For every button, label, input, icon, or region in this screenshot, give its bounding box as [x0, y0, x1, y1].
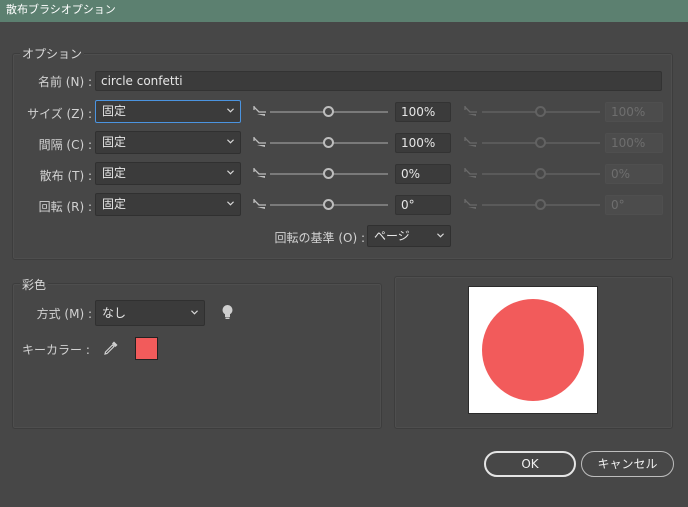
row-label: 回転 (R) : — [38, 200, 92, 214]
row-value-field[interactable]: 100% — [395, 102, 451, 122]
slider-min-icon — [464, 168, 477, 178]
slider-min-icon — [253, 137, 266, 147]
window-titlebar[interactable]: 散布ブラシオプション — [0, 0, 688, 22]
row-slider-thumb[interactable] — [323, 168, 334, 179]
cancel-button[interactable]: キャンセル — [581, 451, 674, 477]
row-slider-thumb[interactable] — [323, 137, 334, 148]
row-slider2-thumb — [535, 106, 546, 117]
colorization-group-title: 彩色 — [20, 276, 49, 293]
row-mode-select[interactable]: 固定 — [95, 131, 241, 154]
row-value2-field: 100% — [605, 102, 663, 122]
method-label: 方式 (M) : — [36, 307, 92, 321]
eyedropper-icon[interactable] — [103, 340, 119, 356]
row-label: サイズ (Z) : — [27, 107, 92, 121]
row-slider-thumb[interactable] — [323, 199, 334, 210]
row-mode-select[interactable]: 固定 — [95, 162, 241, 185]
row-mode-select[interactable]: 固定 — [95, 100, 241, 123]
slider-min-icon — [253, 199, 266, 209]
row-value2-field: 100% — [605, 133, 663, 153]
rotation-basis-select[interactable]: ページ — [367, 225, 451, 247]
chevron-down-icon — [437, 233, 444, 238]
row-mode-value: 固定 — [102, 135, 127, 149]
row-slider2-thumb — [535, 199, 546, 210]
preview-canvas — [468, 286, 598, 414]
slider-min-icon — [253, 168, 266, 178]
window-title: 散布ブラシオプション — [6, 3, 116, 16]
row-mode-value: 固定 — [102, 166, 127, 180]
chevron-down-icon — [191, 310, 198, 315]
method-value: なし — [102, 306, 127, 320]
chevron-down-icon — [227, 139, 234, 144]
ok-button[interactable]: OK — [484, 451, 576, 477]
lightbulb-icon[interactable] — [221, 304, 234, 321]
rotation-basis-value: ページ — [374, 229, 410, 243]
row-value-field[interactable]: 0% — [395, 164, 451, 184]
name-field[interactable]: circle confetti — [95, 71, 662, 91]
options-group-title: オプション — [20, 45, 85, 62]
key-color-swatch[interactable] — [135, 337, 158, 360]
name-label: 名前 (N) : — [37, 75, 92, 89]
chevron-down-icon — [227, 108, 234, 113]
row-slider-thumb[interactable] — [323, 106, 334, 117]
row-slider2-thumb — [535, 168, 546, 179]
slider-min-icon — [464, 199, 477, 209]
slider-min-icon — [464, 137, 477, 147]
row-slider2-thumb — [535, 137, 546, 148]
method-select[interactable]: なし — [95, 300, 205, 326]
preview-circle-shape — [482, 299, 584, 401]
row-value2-field: 0° — [605, 195, 663, 215]
key-color-label: キーカラー : — [22, 343, 90, 357]
slider-min-icon — [464, 106, 477, 116]
row-mode-select[interactable]: 固定 — [95, 193, 241, 216]
chevron-down-icon — [227, 201, 234, 206]
row-label: 間隔 (C) : — [38, 138, 92, 152]
chevron-down-icon — [227, 170, 234, 175]
row-label: 散布 (T) : — [39, 169, 92, 183]
row-mode-value: 固定 — [102, 197, 127, 211]
row-value-field[interactable]: 100% — [395, 133, 451, 153]
row-value2-field: 0% — [605, 164, 663, 184]
slider-min-icon — [253, 106, 266, 116]
row-value-field[interactable]: 0° — [395, 195, 451, 215]
row-mode-value: 固定 — [102, 104, 127, 118]
rotation-basis-label: 回転の基準 (O) : — [274, 231, 365, 245]
